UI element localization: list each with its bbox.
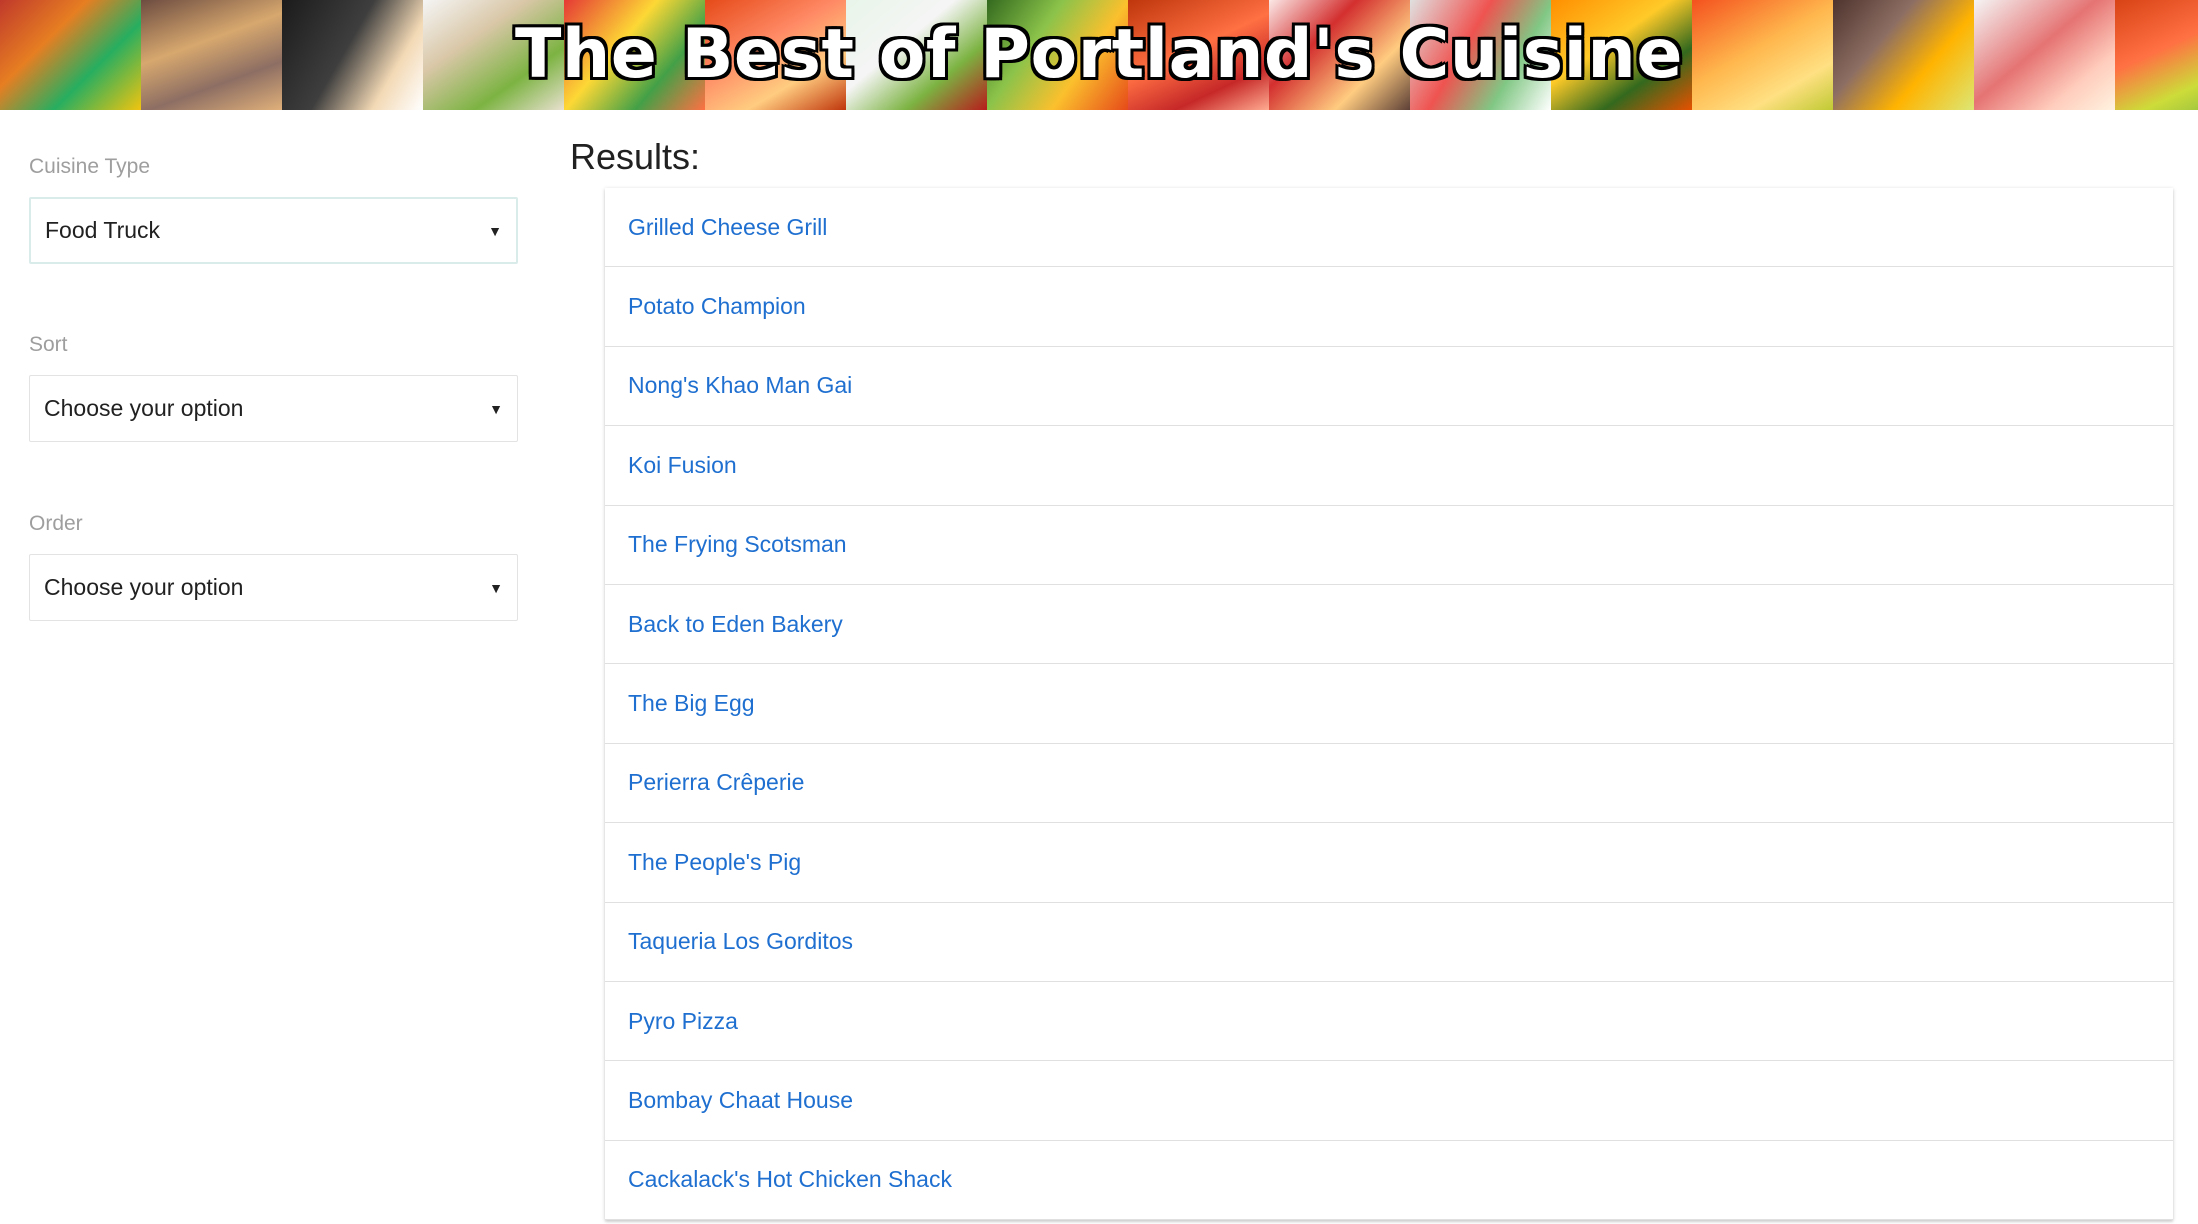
sort-value: Choose your option	[44, 395, 244, 421]
result-link[interactable]: Potato Champion	[605, 267, 2173, 347]
page-title: The Best of Portland's Cuisine	[515, 15, 1683, 94]
result-link[interactable]: Cackalack's Hot Chicken Shack	[605, 1141, 2173, 1221]
header-banner: The Best of Portland's Cuisine	[0, 0, 2198, 110]
result-link[interactable]: Taqueria Los Gorditos	[605, 903, 2173, 982]
cuisine-type-select[interactable]: Food Truck ▼	[29, 197, 518, 264]
sort-label: Sort	[29, 333, 68, 356]
sort-filter: Sort Choose your option ▼	[29, 328, 518, 442]
result-link[interactable]: Bombay Chaat House	[605, 1061, 2173, 1141]
result-link[interactable]: The People's Pig	[605, 823, 2173, 903]
caret-down-icon: ▼	[488, 222, 502, 239]
result-link[interactable]: Back to Eden Bakery	[605, 585, 2173, 665]
result-link[interactable]: Grilled Cheese Grill	[605, 188, 2173, 268]
result-link[interactable]: The Big Egg	[605, 664, 2173, 744]
order-select[interactable]: Choose your option ▼	[29, 554, 518, 621]
results-heading: Results:	[570, 136, 701, 177]
order-label: Order	[29, 512, 83, 535]
order-value: Choose your option	[44, 574, 244, 600]
caret-down-icon: ▼	[489, 579, 503, 596]
result-link[interactable]: Nong's Khao Man Gai	[605, 347, 2173, 427]
result-link[interactable]: The Frying Scotsman	[605, 506, 2173, 585]
result-link[interactable]: Pyro Pizza	[605, 982, 2173, 1062]
result-link[interactable]: Koi Fusion	[605, 426, 2173, 506]
cuisine-type-label: Cuisine Type	[29, 155, 151, 178]
order-filter: Order Choose your option ▼	[29, 507, 518, 621]
caret-down-icon: ▼	[489, 400, 503, 417]
result-link[interactable]: Perierra Crêperie	[605, 744, 2173, 824]
cuisine-type-value: Food Truck	[45, 217, 161, 243]
sort-select[interactable]: Choose your option ▼	[29, 375, 518, 442]
results-list: Grilled Cheese Grill Potato Champion Non…	[605, 188, 2173, 1221]
cuisine-type-filter: Cuisine Type Food Truck ▼	[29, 150, 518, 264]
